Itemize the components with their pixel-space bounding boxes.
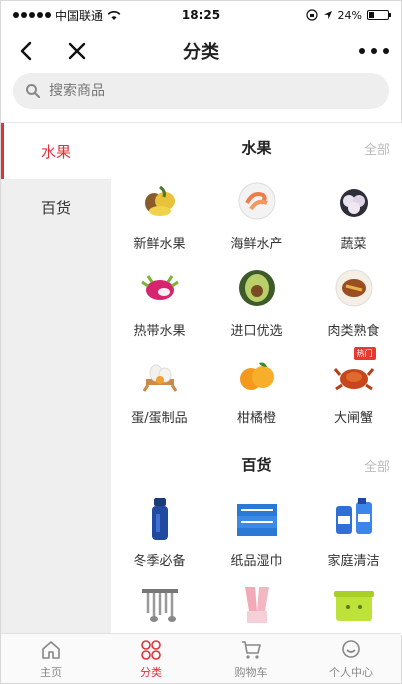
- storage-box-icon: [330, 581, 378, 629]
- subcategory-item[interactable]: [305, 575, 402, 635]
- status-right: 24%: [305, 8, 391, 22]
- kitchen-utensils-icon: [136, 581, 184, 629]
- subcategory-label: 蔬菜: [340, 237, 367, 252]
- section-title: 水果: [241, 139, 272, 157]
- view-all-link[interactable]: 全部: [364, 456, 390, 475]
- tab-label: 分类: [140, 665, 162, 679]
- subcategory-label: 柑橘橙: [236, 411, 276, 426]
- subcategory-item[interactable]: 蔬菜: [305, 171, 402, 258]
- eggs-basket-icon: [136, 351, 184, 399]
- subcategory-label: 家庭清洁: [327, 554, 380, 569]
- tab-profile[interactable]: 个人中心: [301, 634, 401, 683]
- subcategory-label: 冬季必备: [133, 554, 186, 569]
- category-icon: [141, 639, 161, 660]
- subcategory-item[interactable]: 肉类熟食: [305, 258, 402, 345]
- subcategory-item[interactable]: 蛋/蛋制品: [111, 345, 208, 432]
- view-all-link[interactable]: 全部: [364, 139, 390, 158]
- subcategory-label: 纸品湿巾: [230, 554, 283, 569]
- section-title: 百货: [241, 456, 272, 474]
- subcategory-item[interactable]: [111, 575, 208, 635]
- nav-bar: 分类: [1, 29, 401, 73]
- rubber-gloves-icon: [233, 581, 281, 629]
- sidebar-item-label: 百货: [40, 198, 71, 217]
- subcategory-label: 肉类熟食: [327, 324, 380, 339]
- subcategory-label: 进口优选: [230, 324, 283, 339]
- subcategory-item[interactable]: 海鲜水产: [208, 171, 305, 258]
- section-fruit: 水果 全部 新鲜水果 海鲜水产 蔬菜 热带水果 进口优选 肉类熟食 蛋/蛋制品 …: [111, 123, 402, 440]
- phone-screen: 中国联通 18:25 24% 分类 水果 百货 水果: [0, 0, 402, 684]
- sidebar-item-fruit[interactable]: 水果: [1, 123, 111, 179]
- status-bar: 中国联通 18:25 24%: [1, 1, 401, 29]
- subcategory-label: 热带水果: [133, 324, 186, 339]
- rotation-lock-icon: [305, 9, 318, 21]
- subcategory-item[interactable]: 进口优选: [208, 258, 305, 345]
- subcategory-item[interactable]: 新鲜水果: [111, 171, 208, 258]
- search-input[interactable]: [49, 83, 309, 99]
- section-header: 水果 全部: [111, 123, 402, 171]
- search-bar[interactable]: [13, 73, 389, 109]
- tab-cart[interactable]: 购物车: [201, 634, 301, 683]
- subcategory-item[interactable]: 柑橘橙: [208, 345, 305, 432]
- tab-home[interactable]: 主页: [1, 634, 101, 683]
- battery-icon: [367, 10, 391, 20]
- profile-icon: [342, 639, 360, 658]
- search-icon: [26, 84, 41, 99]
- subcategory-item[interactable]: 纸品湿巾: [208, 488, 305, 575]
- category-content: 水果 全部 新鲜水果 海鲜水产 蔬菜 热带水果 进口优选 肉类熟食 蛋/蛋制品 …: [111, 123, 402, 635]
- subcategory-label: 海鲜水产: [230, 237, 283, 252]
- subcategory-item[interactable]: 热带水果: [111, 258, 208, 345]
- home-icon: [42, 640, 60, 659]
- category-sidebar: 水果 百货: [1, 123, 111, 635]
- tab-category[interactable]: 分类: [101, 634, 201, 683]
- oranges-icon: [233, 351, 281, 399]
- battery-percent: 24%: [337, 8, 362, 22]
- tab-label: 主页: [40, 665, 62, 679]
- shrimp-plate-icon: [233, 177, 281, 225]
- subcategory-item[interactable]: 家庭清洁: [305, 488, 402, 575]
- hot-badge: 热门: [353, 347, 376, 360]
- thermos-icon: [136, 494, 184, 542]
- subcategory-item[interactable]: [208, 575, 305, 635]
- subcategory-label: 新鲜水果: [133, 237, 186, 252]
- cart-icon: [242, 640, 261, 659]
- location-arrow-icon: [323, 11, 332, 19]
- search-area: [1, 73, 401, 123]
- signal-dots-icon: [13, 12, 51, 18]
- carrier-label: 中国联通: [55, 8, 104, 23]
- subcategory-label: 大闸蟹: [333, 411, 373, 426]
- section-general-goods: 百货 全部 冬季必备 纸品湿巾 家庭清洁: [111, 440, 402, 635]
- tissue-pack-icon: [233, 494, 281, 542]
- subcategory-label: 蛋/蛋制品: [131, 411, 188, 426]
- bottom-tab-bar: 主页 分类 购物车 个人中心: [1, 633, 401, 683]
- subcategory-grid: 冬季必备 纸品湿巾 家庭清洁: [111, 488, 402, 635]
- section-header: 百货 全部: [111, 440, 402, 488]
- sidebar-item-general-goods[interactable]: 百货: [1, 179, 111, 235]
- status-left: 中国联通: [13, 7, 121, 24]
- meat-plate-icon: [330, 264, 378, 312]
- subcategory-item[interactable]: 冬季必备: [111, 488, 208, 575]
- crab-icon: 热门: [330, 347, 378, 399]
- dragon-fruit-icon: [136, 264, 184, 312]
- more-options-icon[interactable]: [359, 41, 389, 61]
- sidebar-item-label: 水果: [40, 142, 71, 161]
- subcategory-grid: 新鲜水果 海鲜水产 蔬菜 热带水果 进口优选 肉类熟食 蛋/蛋制品 柑橘橙 热门…: [111, 171, 402, 432]
- tab-label: 购物车: [234, 665, 268, 679]
- mixed-fruit-icon: [136, 177, 184, 225]
- avocado-icon: [233, 264, 281, 312]
- garlic-icon: [330, 177, 378, 225]
- wifi-icon: [107, 10, 121, 20]
- detergent-icon: [330, 494, 378, 542]
- subcategory-item[interactable]: 热门 大闸蟹: [305, 345, 402, 432]
- tab-label: 个人中心: [329, 665, 373, 679]
- page-title: 分类: [183, 42, 219, 63]
